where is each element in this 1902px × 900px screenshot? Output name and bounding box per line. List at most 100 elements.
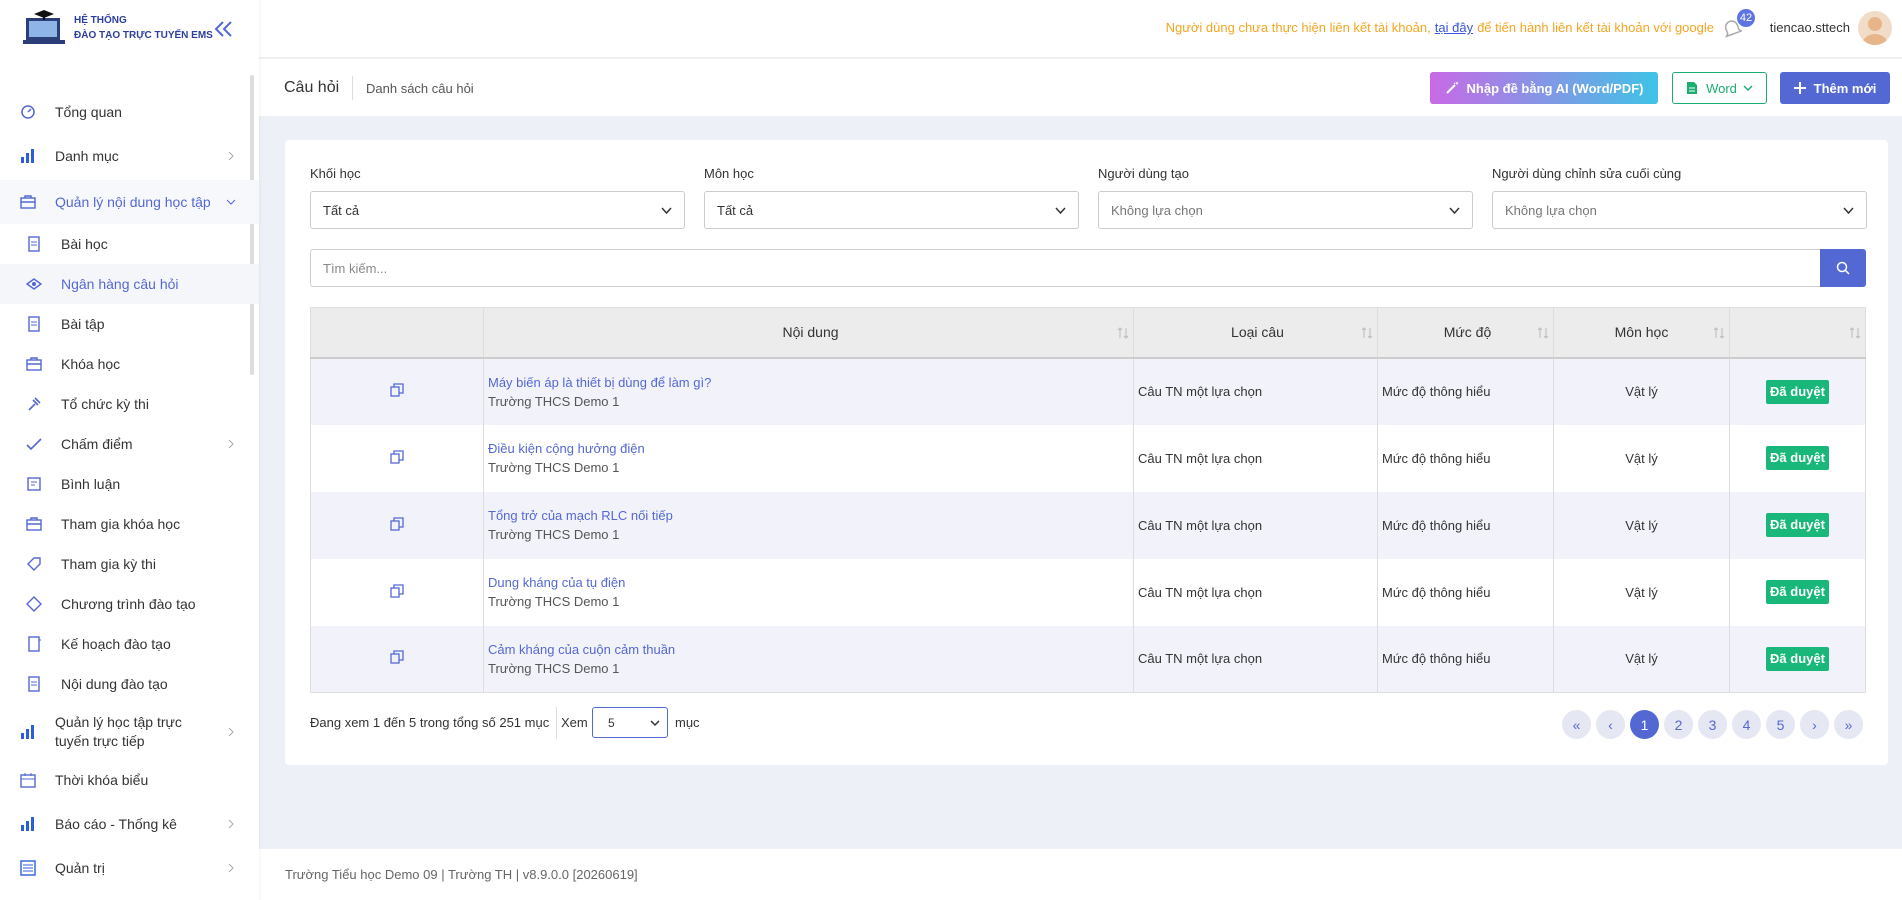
sidebar-item-courses[interactable]: Khóa học bbox=[0, 344, 259, 384]
ai-import-button[interactable]: Nhập đề bằng AI (Word/PDF) bbox=[1430, 72, 1658, 104]
word-export-button[interactable]: Word bbox=[1672, 72, 1767, 104]
sidebar-item-comments[interactable]: Bình luận bbox=[0, 464, 259, 504]
sidebar-item-online-learning[interactable]: Quản lý học tập trực tuyến trực tiếp bbox=[0, 706, 259, 758]
filter-subject-select[interactable]: Tất cả bbox=[704, 191, 1079, 229]
column-header-label: Mức độ bbox=[1443, 324, 1492, 341]
sidebar-item-label: Ngân hàng câu hỏi bbox=[61, 276, 179, 292]
sidebar-item-training-plan[interactable]: Kế hoạch đào tạo bbox=[0, 624, 259, 664]
status-badge: Đã duyệt bbox=[1766, 513, 1829, 537]
question-title-link[interactable]: Điều kiện cộng hưởng điện bbox=[488, 439, 1133, 458]
dashboard-icon bbox=[21, 105, 35, 119]
diamond-icon bbox=[26, 596, 42, 612]
link-account-link[interactable]: tại đây bbox=[1435, 20, 1473, 35]
sidebar-item-learning-content[interactable]: Quản lý nội dung học tập bbox=[0, 180, 259, 224]
question-level: Mức độ thông hiểu bbox=[1377, 357, 1554, 425]
notice-text: để tiến hành liên kết tài khoản với goog… bbox=[1477, 20, 1714, 35]
filter-grade-select[interactable]: Tất cả bbox=[310, 191, 685, 229]
brand[interactable]: HỆ THỐNG ĐÀO TẠO TRỰC TUYẾN EMS bbox=[22, 8, 213, 48]
row-actions-cell bbox=[310, 625, 484, 693]
chevron-down-icon bbox=[1449, 207, 1460, 215]
avatar[interactable] bbox=[1858, 11, 1892, 45]
copy-icon[interactable] bbox=[390, 650, 404, 664]
search-input[interactable] bbox=[310, 249, 1822, 287]
column-header-level[interactable]: Mức độ bbox=[1377, 307, 1554, 359]
sidebar-item-join-exam[interactable]: Tham gia kỳ thi bbox=[0, 544, 259, 584]
chevron-down-icon bbox=[1055, 207, 1066, 215]
question-subject: Vật lý bbox=[1553, 558, 1730, 626]
chevron-down-icon bbox=[1743, 85, 1753, 92]
page-button-3[interactable]: 3 bbox=[1698, 710, 1727, 739]
sidebar-item-timetable[interactable]: Thời khóa biểu bbox=[0, 760, 259, 800]
table-row: Cảm kháng của cuộn cảm thuần Trường THCS … bbox=[310, 625, 1866, 693]
filter-creator-select[interactable]: Không lựa chọn bbox=[1098, 191, 1473, 229]
page-header: Câu hỏi Danh sách câu hỏi Nhập đề bằng A… bbox=[259, 59, 1902, 116]
page-button-1[interactable]: 1 bbox=[1630, 710, 1659, 739]
filter-creator-label: Người dùng tạo bbox=[1098, 166, 1189, 181]
sidebar-item-exam-organization[interactable]: Tổ chức kỳ thi bbox=[0, 384, 259, 424]
status-badge: Đã duyệt bbox=[1766, 646, 1829, 671]
sidebar-item-question-bank[interactable]: Ngân hàng câu hỏi bbox=[0, 264, 259, 304]
bar-chart-icon bbox=[21, 725, 34, 739]
sidebar-item-overview[interactable]: Tổng quan bbox=[0, 92, 259, 132]
brand-line2: ĐÀO TẠO TRỰC TUYẾN EMS bbox=[74, 30, 213, 41]
copy-icon[interactable] bbox=[390, 583, 404, 598]
question-title-link[interactable]: Cảm kháng của cuộn cảm thuần bbox=[488, 640, 1133, 659]
question-subject: Vật lý bbox=[1553, 625, 1730, 693]
sort-icon bbox=[1117, 327, 1129, 339]
search-button[interactable] bbox=[1820, 249, 1866, 287]
question-title-link[interactable]: Máy biến áp là thiết bị dùng để làm gì? bbox=[488, 373, 1133, 392]
column-header-status[interactable] bbox=[1729, 307, 1866, 359]
sidebar-item-label: Kế hoạch đào tạo bbox=[61, 636, 171, 652]
filter-subject-value: Tất cả bbox=[717, 202, 754, 218]
next-page-button[interactable]: › bbox=[1800, 710, 1829, 739]
row-content-cell: Điều kiện cộng hưởng điện Trường THCS Dem… bbox=[483, 424, 1134, 492]
status-badge: Đã duyệt bbox=[1766, 379, 1829, 404]
bar-chart-icon bbox=[21, 817, 34, 831]
column-header-type[interactable]: Loại câu bbox=[1133, 307, 1378, 359]
page-size-select[interactable]: 5 bbox=[592, 707, 668, 738]
bar-chart-icon bbox=[21, 149, 34, 163]
column-header-subject[interactable]: Môn học bbox=[1553, 307, 1730, 359]
page-button-5[interactable]: 5 bbox=[1766, 710, 1795, 739]
sidebar-item-grading[interactable]: Chấm điểm bbox=[0, 424, 259, 464]
sidebar-item-lessons[interactable]: Bài học bbox=[0, 224, 259, 264]
brand-line1: HỆ THỐNG bbox=[74, 15, 127, 26]
page-button-4[interactable]: 4 bbox=[1732, 710, 1761, 739]
copy-icon[interactable] bbox=[390, 516, 404, 531]
username[interactable]: tiencao.sttech bbox=[1770, 20, 1850, 35]
sidebar-item-join-course[interactable]: Tham gia khóa học bbox=[0, 504, 259, 544]
sidebar-item-exercises[interactable]: Bài tập bbox=[0, 304, 259, 344]
collapse-sidebar-icon[interactable] bbox=[213, 20, 235, 38]
sidebar-item-reports[interactable]: Báo cáo - Thống kê bbox=[0, 804, 259, 844]
last-page-button[interactable]: » bbox=[1834, 710, 1863, 739]
question-type: Câu TN một lựa chọn bbox=[1133, 424, 1378, 492]
chevron-down-icon bbox=[226, 199, 236, 205]
sidebar-item-training-content[interactable]: Nội dung đào tạo bbox=[0, 664, 259, 704]
page-button-2[interactable]: 2 bbox=[1664, 710, 1693, 739]
add-new-button[interactable]: Thêm mới bbox=[1780, 72, 1890, 104]
row-status-cell: Đã duyệt bbox=[1729, 491, 1866, 559]
chevron-right-icon bbox=[228, 819, 234, 829]
sidebar-item-label: Tham gia kỳ thi bbox=[61, 556, 156, 572]
copy-icon[interactable] bbox=[390, 383, 404, 397]
chevron-right-icon bbox=[228, 439, 234, 449]
question-title-link[interactable]: Tổng trở của mạch RLC nối tiếp bbox=[488, 506, 1133, 525]
filter-last-editor-select[interactable]: Không lựa chọn bbox=[1492, 191, 1867, 229]
sidebar-item-training-program[interactable]: Chương trình đào tạo bbox=[0, 584, 259, 624]
question-school: Trường THCS Demo 1 bbox=[488, 527, 620, 542]
chevron-down-icon bbox=[650, 720, 660, 727]
first-page-button[interactable]: « bbox=[1562, 710, 1591, 739]
sort-icon bbox=[1361, 327, 1373, 339]
prev-page-button[interactable]: ‹ bbox=[1596, 710, 1625, 739]
pagination-divider bbox=[556, 707, 557, 739]
document-icon bbox=[28, 316, 40, 332]
file-word-icon bbox=[1687, 82, 1698, 94]
sidebar-item-admin[interactable]: Quản trị bbox=[0, 848, 259, 888]
sidebar-item-categories[interactable]: Danh mục bbox=[0, 136, 259, 176]
sort-icon bbox=[1849, 327, 1861, 339]
breadcrumb-current: Danh sách câu hỏi bbox=[366, 81, 474, 96]
column-header-content[interactable]: Nội dung bbox=[483, 307, 1134, 359]
column-header-actions bbox=[310, 307, 484, 359]
copy-icon[interactable] bbox=[390, 449, 404, 464]
question-title-link[interactable]: Dung kháng của tụ điện bbox=[488, 573, 1133, 592]
